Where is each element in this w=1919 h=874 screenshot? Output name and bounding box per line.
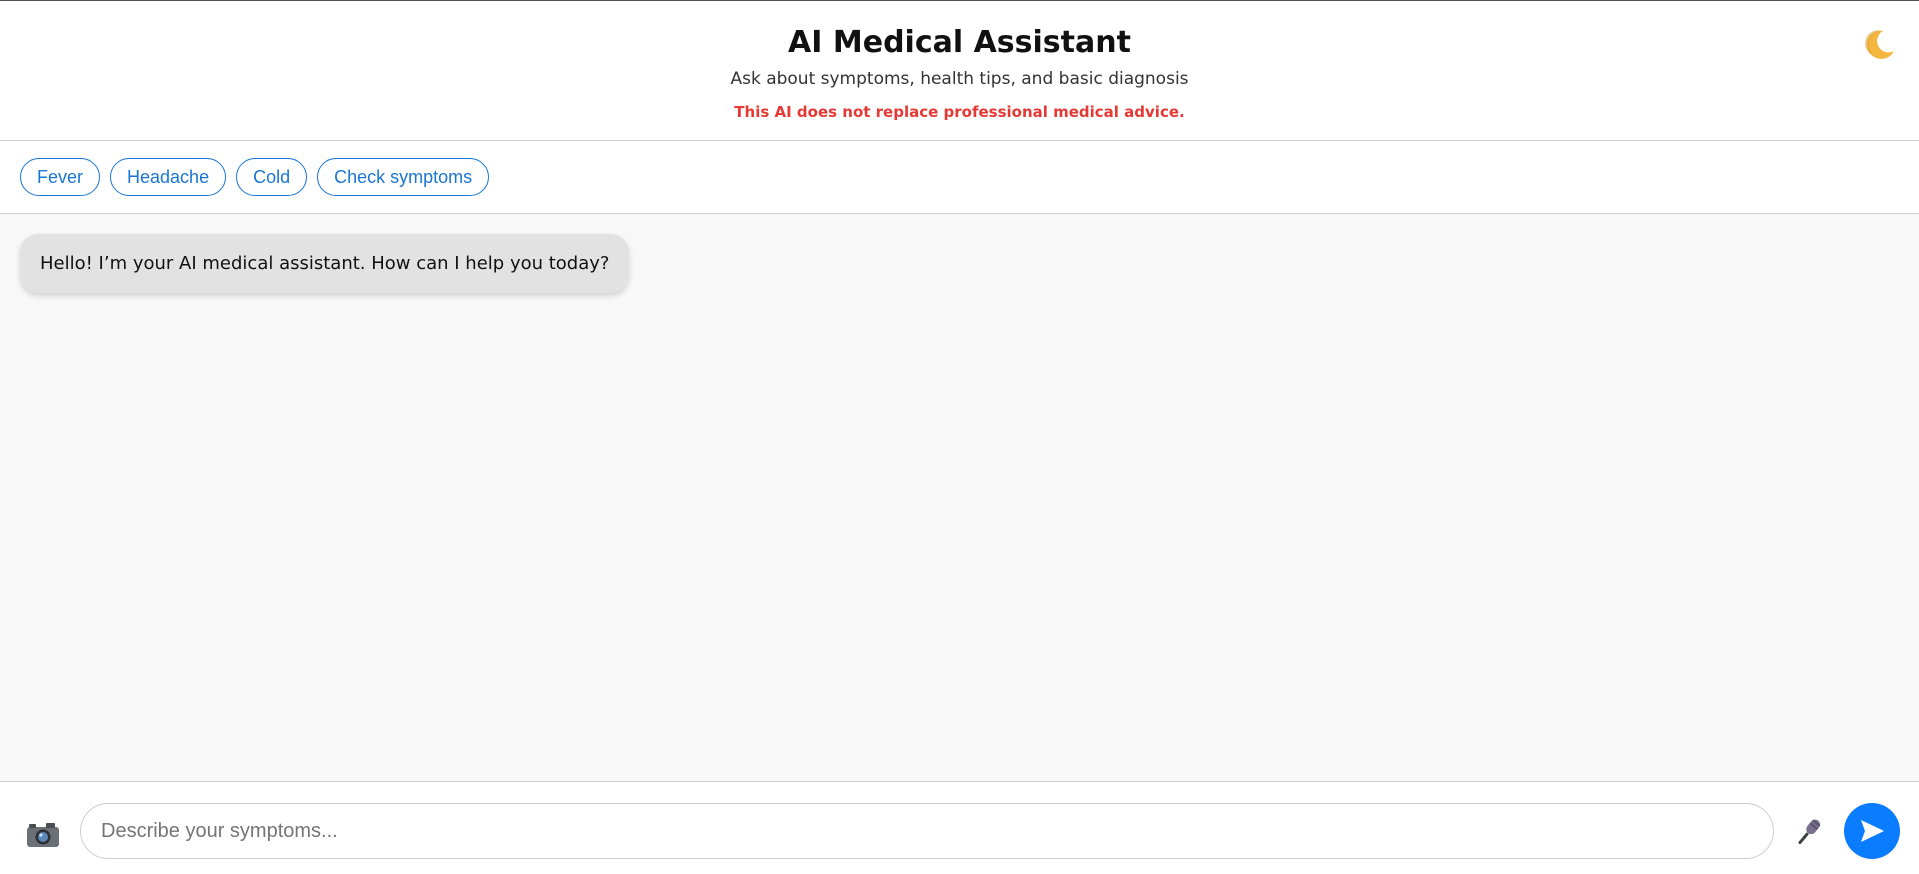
quick-topics-bar: Fever Headache Cold Check symptoms [0, 142, 1919, 214]
header: AI Medical Assistant Ask about symptoms,… [0, 1, 1919, 141]
chip-fever[interactable]: Fever [20, 158, 101, 196]
message-input-bar [0, 781, 1919, 874]
chat-area[interactable]: Hello! I’m your AI medical assistant. Ho… [0, 214, 1919, 781]
theme-toggle-button[interactable] [1861, 27, 1897, 63]
page-title: AI Medical Assistant [788, 25, 1131, 60]
send-icon [1844, 803, 1900, 859]
moon-icon [1861, 27, 1897, 63]
chip-headache[interactable]: Headache [110, 158, 227, 196]
assistant-message-bubble: Hello! I’m your AI medical assistant. Ho… [20, 234, 630, 293]
camera-icon [26, 821, 62, 849]
microphone-button[interactable] [1790, 815, 1826, 851]
send-button[interactable] [1844, 803, 1900, 859]
medical-disclaimer: This AI does not replace professional me… [734, 103, 1185, 121]
app-window: AI Medical Assistant Ask about symptoms,… [0, 0, 1919, 874]
chip-check-symptoms[interactable]: Check symptoms [317, 158, 490, 196]
microphone-icon [1790, 815, 1826, 851]
symptoms-input[interactable] [80, 803, 1774, 859]
page-subtitle: Ask about symptoms, health tips, and bas… [730, 69, 1189, 89]
chip-cold[interactable]: Cold [236, 158, 308, 196]
camera-button[interactable] [26, 820, 62, 850]
